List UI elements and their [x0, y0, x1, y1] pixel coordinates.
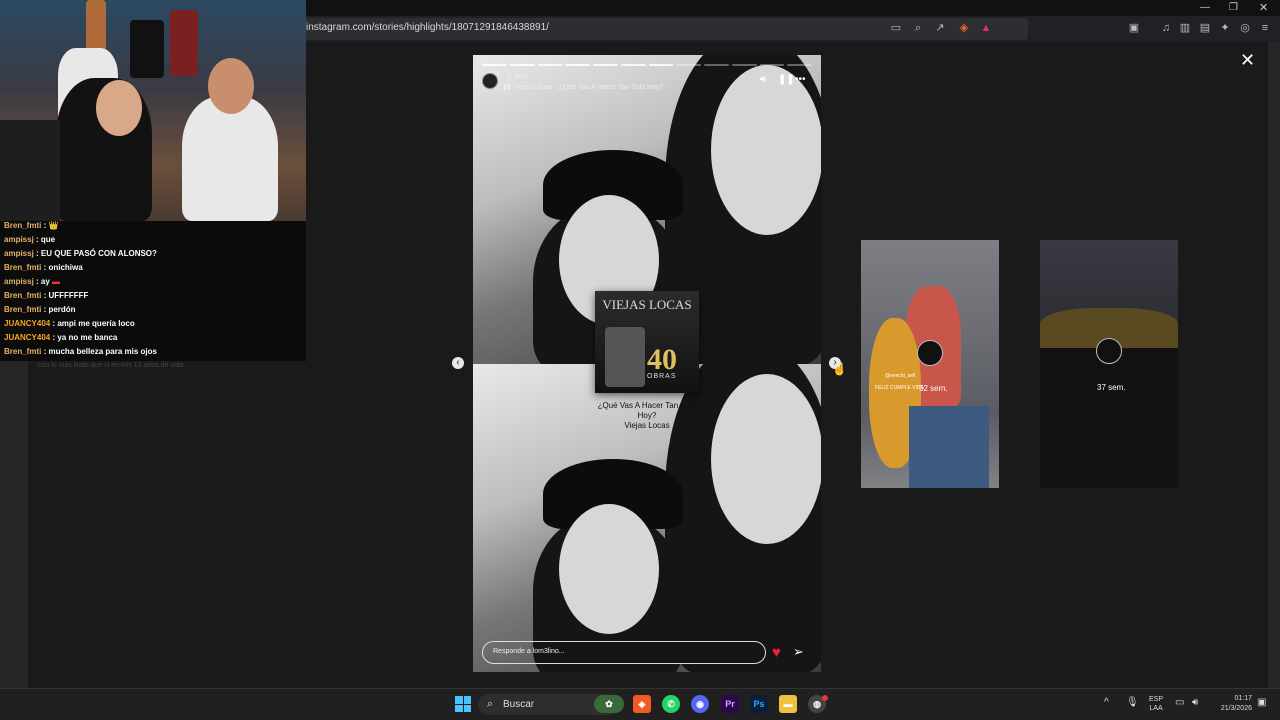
guitar-image	[170, 10, 198, 76]
chair-left	[0, 120, 60, 221]
leo-ai-icon[interactable]: ✦	[1218, 21, 1232, 35]
mouse-cursor-icon: ☝	[832, 362, 847, 376]
zoom-icon[interactable]: ⌕	[911, 21, 925, 35]
thumbnail-caption: FELIZ CUMPLE VIDA	[875, 385, 924, 391]
search-icon: ⌕	[487, 698, 494, 710]
chat-message: JUANCY404 : ya no me banca	[4, 333, 118, 342]
chat-message: ampissj : que	[4, 235, 56, 244]
chat-message: Bren_fmti : 👑	[4, 221, 59, 230]
brave-shield-icon[interactable]: ◈	[957, 21, 971, 35]
progress-segment	[620, 64, 646, 66]
reply-placeholder: Responde a lom3lino...	[493, 648, 565, 655]
close-icon[interactable]: ✕	[1240, 50, 1255, 71]
face	[559, 504, 659, 634]
progress-segment	[482, 64, 507, 66]
fence	[1040, 348, 1178, 488]
whatsapp-icon[interactable]: ✆	[662, 695, 680, 713]
thumbnail-avatar	[917, 340, 943, 366]
premiere-pro-icon[interactable]: Pr	[721, 695, 739, 713]
band-photo	[605, 327, 645, 387]
widgets-icon[interactable]: ✿	[594, 695, 624, 713]
cast-icon[interactable]: ▭	[889, 21, 903, 35]
face	[711, 65, 821, 235]
chat-message: ampissj : EU QUE PASÓ CON ALONSO?	[4, 249, 157, 258]
send-icon[interactable]: ➢	[793, 644, 804, 660]
windows-start-icon[interactable]	[455, 696, 471, 712]
scrollbar[interactable]	[1268, 42, 1280, 688]
menu-icon[interactable]: ≡	[1258, 21, 1272, 35]
streamer-right	[182, 96, 278, 221]
pause-icon[interactable]: ❚❚	[778, 74, 795, 85]
share-icon[interactable]: ↗	[933, 21, 947, 35]
url-text[interactable]: instagram.com/stories/highlights/1807129…	[306, 22, 549, 33]
faded-chat-message: con lo más lindo que vi en mis 13 años d…	[38, 362, 184, 369]
thumbnail-time: 52 sem.	[919, 384, 948, 393]
reader-icon[interactable]: ▣	[1127, 21, 1141, 35]
window-close-icon[interactable]: ✕	[1259, 1, 1268, 14]
progress-segment	[731, 64, 757, 66]
story-progress-bar	[482, 64, 812, 66]
progress-segment	[565, 64, 590, 66]
restore-icon[interactable]: ❐	[1229, 2, 1238, 13]
album-number: 40	[647, 343, 677, 376]
chat-message: Bren_fmti : UFFFFFFF	[4, 291, 89, 300]
progress-segment	[704, 64, 729, 66]
song-artist: Viejas Locas	[624, 421, 670, 430]
progress-segment	[787, 64, 812, 66]
wallet-icon[interactable]: ▤	[1198, 21, 1212, 35]
story-avatar[interactable]	[482, 73, 498, 89]
jeans	[909, 406, 989, 488]
face	[711, 374, 821, 544]
input-language[interactable]: ESP LAA	[1149, 695, 1163, 713]
progress-segment	[676, 64, 701, 66]
volume-icon[interactable]: 🔊︎	[760, 74, 766, 85]
chat-message: JUANCY404 : ampi me quería loco	[4, 319, 135, 328]
next-story-thumbnail[interactable]: 37 sem.	[1040, 240, 1178, 488]
progress-segment	[648, 64, 674, 66]
music-sticker-album-art[interactable]: VIEJAS LOCAS 40 OBRAS	[595, 291, 699, 393]
like-heart-icon[interactable]: ♥	[772, 644, 781, 661]
progress-segment	[509, 64, 535, 66]
album-title: VIEJAS LOCAS	[602, 297, 692, 312]
search-label: Buscar	[503, 699, 535, 710]
guitar-image	[130, 20, 164, 78]
minimize-icon[interactable]: —	[1200, 2, 1210, 13]
face	[208, 58, 254, 114]
brave-browser-icon[interactable]: ◈	[633, 695, 651, 713]
face	[96, 80, 142, 136]
music-icon[interactable]: ♫	[1159, 21, 1173, 35]
brave-rewards-icon[interactable]: ▲	[979, 21, 993, 35]
story-music-label[interactable]: ▮▮ Viejas Locas · ¿Qué Vas A Hacer Tan S…	[503, 83, 663, 91]
tray-overflow-icon[interactable]: ^	[1104, 697, 1109, 708]
progress-segment	[593, 64, 618, 66]
thumbnail-time: 37 sem.	[1097, 383, 1126, 392]
speaker-icon[interactable]: 🔊︎	[1192, 697, 1198, 708]
progress-segment	[759, 64, 785, 66]
thumbnail-username: @eenchi_sell	[885, 373, 916, 379]
stream-chat: Bren_fmti : 👑 ampissj : que ampissj : EU…	[0, 221, 306, 361]
chat-message: Bren_fmti : onichiwa	[4, 263, 83, 272]
discord-icon[interactable]: ◉	[691, 695, 709, 713]
more-options-icon[interactable]: •••	[795, 74, 806, 85]
song-title: ¿Qué Vas A Hacer Tan Sola Hoy?	[597, 401, 697, 420]
webcam-overlay	[0, 0, 306, 221]
microphone-icon[interactable]: 🎙︎	[1126, 697, 1139, 708]
previous-story-button[interactable]: ‹	[452, 357, 464, 369]
album-subtitle: OBRAS	[647, 373, 677, 380]
taskbar-clock[interactable]: 01:17 21/3/2026	[1212, 694, 1252, 714]
progress-segment	[537, 64, 563, 66]
file-explorer-icon[interactable]: ▬	[779, 695, 797, 713]
thumbnail-avatar	[1096, 338, 1122, 364]
network-icon[interactable]: ▭	[1175, 697, 1184, 708]
sidebar-icon[interactable]: ▥	[1178, 21, 1192, 35]
notifications-icon[interactable]: ▣	[1257, 697, 1266, 708]
story-time: 5 sem	[507, 72, 529, 81]
chat-message: Bren_fmti : perdón	[4, 305, 76, 314]
next-story-thumbnail[interactable]: @eenchi_sell FELIZ CUMPLE VIDA 52 sem.	[861, 240, 999, 488]
notification-dot	[822, 695, 828, 701]
chat-message: ampissj : ay ▬	[4, 277, 61, 286]
chat-message: Bren_fmti : mucha belleza para mis ojos	[4, 347, 157, 356]
photoshop-icon[interactable]: Ps	[750, 695, 768, 713]
vpn-icon[interactable]: ◎	[1238, 21, 1252, 35]
